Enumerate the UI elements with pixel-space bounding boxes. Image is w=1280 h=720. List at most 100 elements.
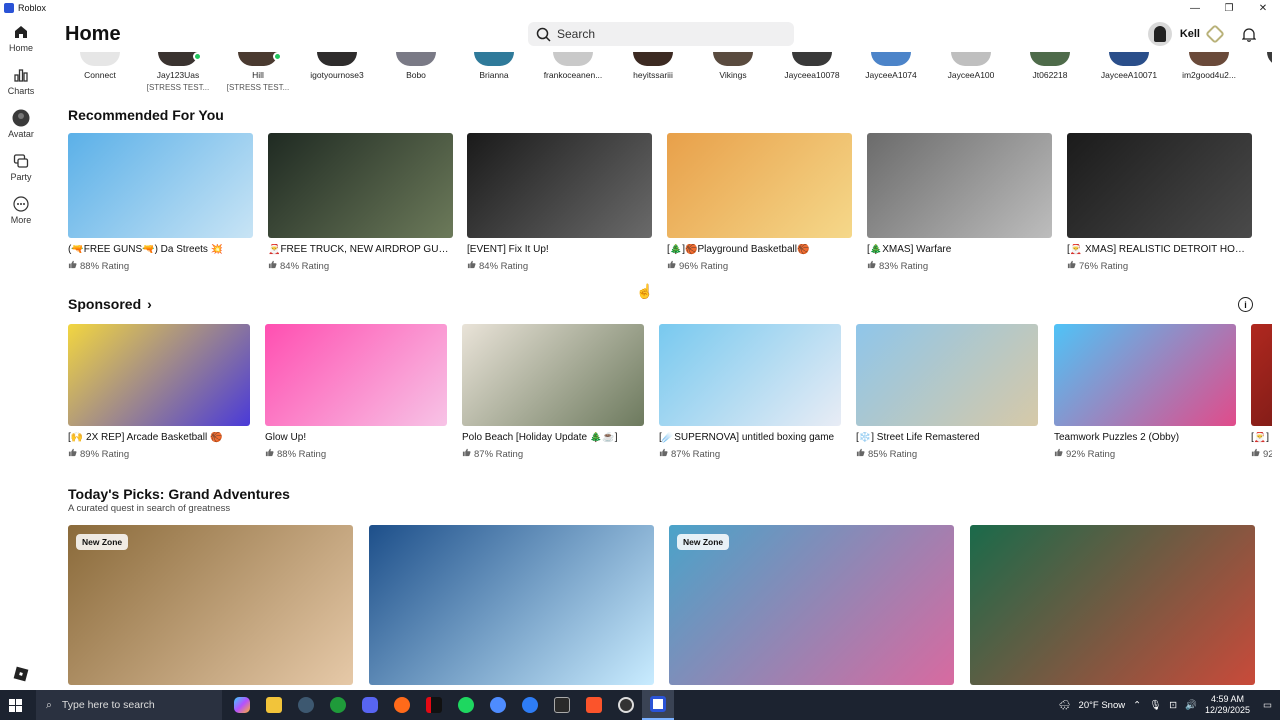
game-title[interactable]: [❄️] Street Life Remastered [856, 432, 1038, 443]
game-card[interactable]: 🎅FREE TRUCK, NEW AIRDROP GUN | T... 84% R… [268, 133, 453, 272]
friend-item[interactable]: Jayceea10078 [773, 52, 851, 83]
sidebar-item-charts[interactable]: Charts [0, 59, 42, 102]
game-title[interactable]: [🎅 XMAS] REALISTIC DETROIT HOOD G... [1067, 244, 1252, 255]
game-thumbnail[interactable] [1251, 324, 1272, 426]
tray-chevron-icon[interactable]: ⌃ [1133, 700, 1141, 711]
friend-item[interactable]: Jt062218 [1011, 52, 1089, 83]
friend-item[interactable]: Bobo [377, 52, 455, 83]
roblox-taskbar-icon[interactable] [642, 690, 674, 720]
game-card[interactable]: Teamwork Puzzles 2 (Obby) 92% Rating [1054, 324, 1236, 460]
network-icon[interactable]: ⊡ [1169, 700, 1177, 711]
maximize-button[interactable]: ❐ [1212, 0, 1246, 16]
game-thumbnail[interactable] [68, 133, 253, 238]
friend-item[interactable]: Jay123Uas [STRESS TEST... [139, 52, 217, 92]
game-title[interactable]: [🎄XMAS] Warfare [867, 244, 1052, 255]
sidebar-item-more[interactable]: More [0, 188, 42, 231]
game-card[interactable]: Glow Up! 88% Rating [265, 324, 447, 460]
game-thumbnail[interactable] [369, 525, 654, 685]
copilot-icon[interactable] [226, 690, 258, 720]
game-thumbnail[interactable] [462, 324, 644, 426]
game-card[interactable]: [🎅 XMAS] REALISTIC DETROIT HOOD G... 76% … [1067, 133, 1252, 272]
friend-item[interactable]: JayceeA10071 [1090, 52, 1168, 83]
friend-item[interactable]: heyitssariii [614, 52, 692, 83]
game-thumbnail[interactable] [659, 324, 841, 426]
game-card[interactable]: [☄️SUPERNOVA] untitled boxing game 87% Ra… [659, 324, 841, 460]
notifications-bell-icon[interactable] [1242, 27, 1256, 42]
friend-item[interactable]: Vikings [694, 52, 772, 83]
microphone-icon[interactable]: 🎙 [1149, 700, 1161, 711]
game-title[interactable]: [🙌 2X REP] Arcade Basketball 🏀 [68, 432, 250, 443]
game-card[interactable]: [🎄XMAS] Warfare 83% Rating [867, 133, 1052, 272]
windows-start-icon[interactable] [0, 698, 30, 712]
robux-icon[interactable] [1205, 24, 1225, 44]
soundcloud-icon[interactable] [386, 690, 418, 720]
weather-icon[interactable]: 🌨 [1058, 700, 1070, 711]
game-card[interactable]: [EVENT] Fix It Up! 84% Rating [467, 133, 652, 272]
game-title[interactable]: [☄️SUPERNOVA] untitled boxing game [659, 432, 841, 443]
game-thumbnail[interactable] [867, 133, 1052, 238]
game-thumbnail[interactable]: New Zone [68, 525, 353, 685]
game-title[interactable]: 🎅FREE TRUCK, NEW AIRDROP GUN | T... [268, 244, 453, 255]
game-card[interactable] [970, 525, 1255, 685]
music-app-icon[interactable] [482, 690, 514, 720]
friend-item[interactable]: Connect [61, 52, 139, 83]
notification-center-icon[interactable]: ▭ [1263, 700, 1272, 711]
info-icon[interactable]: i [1238, 297, 1253, 312]
taskbar-search-input[interactable]: ⌕ Type here to search [36, 690, 222, 720]
game-card[interactable]: [❄️] Street Life Remastered 85% Rating [856, 324, 1038, 460]
game-thumbnail[interactable] [856, 324, 1038, 426]
spotify-icon[interactable] [450, 690, 482, 720]
user-avatar[interactable] [1147, 22, 1172, 46]
friend-item[interactable]: Brianna [455, 52, 533, 83]
weather-text[interactable]: 20°F Snow [1079, 700, 1126, 711]
game-card[interactable]: New Zone [68, 525, 353, 685]
game-title[interactable]: Polo Beach [Holiday Update 🎄☕] [462, 432, 644, 443]
game-title[interactable]: Teamwork Puzzles 2 (Obby) [1054, 432, 1236, 443]
friend-item[interactable]: JayceeA1074 [852, 52, 930, 83]
game-title[interactable]: [EVENT] Fix It Up! [467, 244, 652, 255]
brave-browser-icon[interactable] [578, 690, 610, 720]
discord-icon[interactable] [354, 690, 386, 720]
section-title-sponsored[interactable]: Sponsored › [68, 296, 152, 312]
game-title[interactable]: (🔫FREE GUNS🔫) Da Streets 💥 [68, 244, 253, 255]
chrome-remote-icon[interactable] [514, 690, 546, 720]
friend-item[interactable]: igotyournose3 [298, 52, 376, 83]
minimize-button[interactable]: — [1178, 0, 1212, 16]
game-card[interactable] [369, 525, 654, 685]
game-title[interactable]: [🎄]🏀Playground Basketball🏀 [667, 244, 852, 255]
game-thumbnail[interactable] [1067, 133, 1252, 238]
game-thumbnail[interactable] [1054, 324, 1236, 426]
sidebar-item-avatar[interactable]: Avatar [0, 102, 42, 145]
sidebar-item-home[interactable]: Home [0, 16, 42, 59]
game-title[interactable]: Glow Up! [265, 432, 447, 443]
friend-item[interactable]: Hill [STRESS TEST... [219, 52, 297, 92]
netflix-icon[interactable] [418, 690, 450, 720]
friend-item[interactable]: JayceeA100 [932, 52, 1010, 83]
game-card[interactable]: [🎅] C 92% [1251, 324, 1272, 460]
obs-icon[interactable] [610, 690, 642, 720]
game-thumbnail[interactable] [265, 324, 447, 426]
friend-item[interactable]: im2good4u2... [1170, 52, 1248, 83]
game-card[interactable]: New Zone [669, 525, 954, 685]
game-thumbnail[interactable] [467, 133, 652, 238]
friend-item[interactable]: Tha0l [1248, 52, 1272, 83]
file-explorer-icon[interactable] [258, 690, 290, 720]
clock[interactable]: 4:59 AM 12/29/2025 [1205, 694, 1250, 716]
game-thumbnail[interactable] [68, 324, 250, 426]
game-thumbnail[interactable] [268, 133, 453, 238]
close-button[interactable]: ✕ [1246, 0, 1280, 16]
game-thumbnail[interactable]: New Zone [669, 525, 954, 685]
friend-item[interactable]: frankoceanen... [534, 52, 612, 83]
search-input[interactable]: Search [528, 22, 794, 46]
xbox-icon[interactable] [322, 690, 354, 720]
epic-games-icon[interactable] [546, 690, 578, 720]
game-card[interactable]: [🙌 2X REP] Arcade Basketball 🏀 89% Rating [68, 324, 250, 460]
steam-icon[interactable] [290, 690, 322, 720]
roblox-logo-icon[interactable] [13, 666, 29, 682]
game-title[interactable]: [🎅] C [1251, 432, 1272, 443]
game-card[interactable]: [🎄]🏀Playground Basketball🏀 96% Rating [667, 133, 852, 272]
username[interactable]: Kell [1180, 28, 1200, 40]
game-card[interactable]: Polo Beach [Holiday Update 🎄☕] 87% Rating [462, 324, 644, 460]
volume-icon[interactable]: 🔊 [1185, 700, 1197, 711]
game-thumbnail[interactable] [970, 525, 1255, 685]
